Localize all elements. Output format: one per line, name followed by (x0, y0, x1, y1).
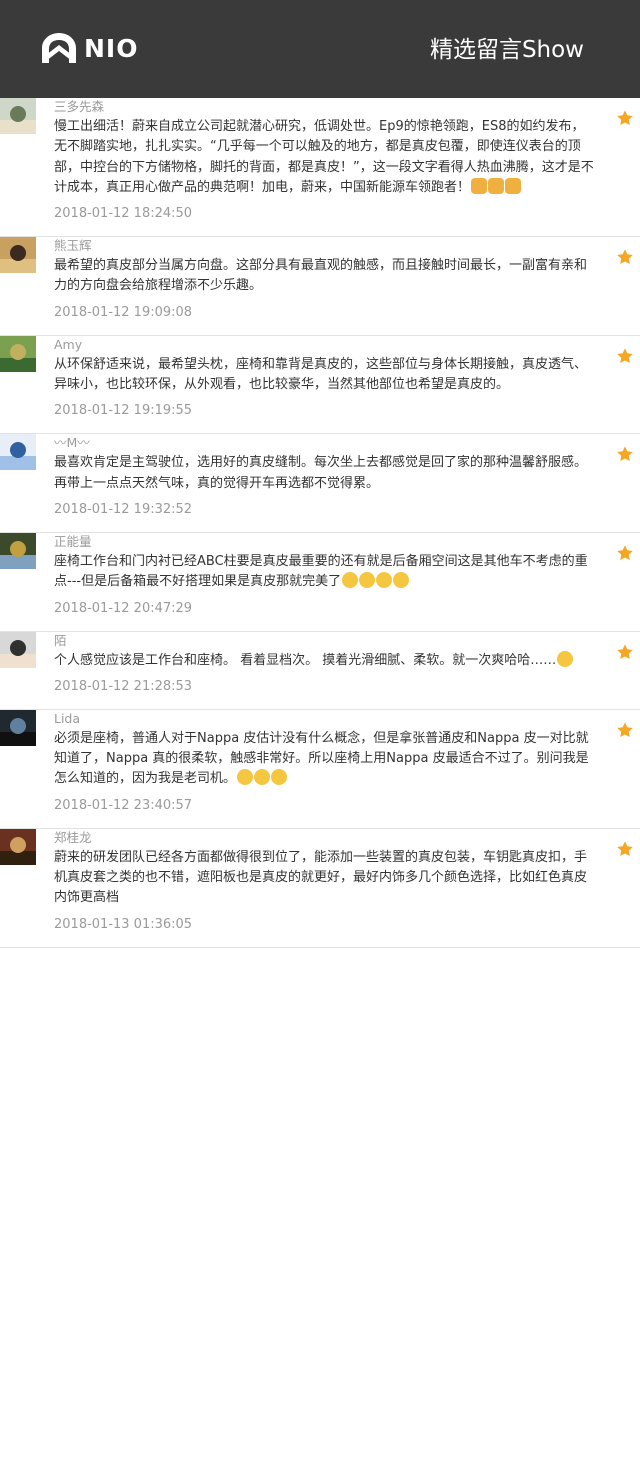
star-icon[interactable] (616, 248, 634, 266)
star-icon[interactable] (616, 445, 634, 463)
avatar[interactable] (0, 98, 36, 134)
comment-author[interactable]: 熊玉辉 (54, 238, 596, 254)
comment-body: 必须是座椅，普通人对于Nappa 皮估计没有什么概念，但是拿张普通皮和Nappa… (54, 730, 589, 787)
comment-timestamp: 2018-01-12 21:28:53 (54, 678, 193, 694)
comment-timestamp: 2018-01-13 01:36:05 (54, 916, 193, 932)
laugh-emoji (557, 650, 574, 667)
avatar[interactable] (0, 828, 36, 865)
comment-author[interactable]: 陌 (54, 633, 596, 649)
comment-content: 陌个人感觉应该是工作台和座椅。 看着显档次。 摸着光滑细腻、柔软。就一次爽哈哈…… (54, 632, 596, 709)
comment-item: 〰M〰最喜欢肯定是主驾驶位，选用好的真皮缝制。每次坐上去都感觉是回了家的那种温馨… (0, 434, 640, 533)
comment-timestamp: 2018-01-12 20:47:29 (54, 600, 193, 616)
star-icon[interactable] (616, 840, 634, 858)
nio-logo[interactable]: NIO (40, 31, 138, 65)
comment-item: Lida 必须是座椅，普通人对于Nappa 皮估计没有什么概念，但是拿张普通皮和N… (0, 709, 640, 829)
comment-text: 座椅工作台和门内衬已经ABC柱要是真皮最重要的还有就是后备厢空间这是其他车不考虑… (54, 552, 596, 593)
comment-timestamp: 2018-01-12 19:19:55 (54, 403, 193, 419)
wink-tongue-emoji (237, 769, 254, 786)
comment-body: 个人感觉应该是工作台和座椅。 看着显档次。 摸着光滑细腻、柔软。就一次爽哈哈…… (54, 652, 557, 668)
comment-body: 最喜欢肯定是主驾驶位，选用好的真皮缝制。每次坐上去都感觉是回了家的那种温馨舒服感… (54, 455, 588, 491)
comment-content: 郑桂龙蔚来的研发团队已经各方面都做得很到位了，能添加一些装置的真皮包装，车钥匙真… (54, 829, 596, 947)
comment-timestamp: 2018-01-12 19:09:08 (54, 304, 193, 320)
comment-content: Amy 从环保舒适来说，最希望头枕，座椅和靠背是真皮的，这些部位与身体长期接触，真… (54, 336, 596, 434)
comment-timestamp: 2018-01-12 19:32:52 (54, 501, 193, 517)
comment-text: 慢工出细活！蔚来自成立公司起就潜心研究，低调处世。Ep9的惊艳领跑，ES8的如约… (54, 117, 596, 198)
nio-logo-icon (42, 33, 76, 63)
comment-body: 蔚来的研发团队已经各方面都做得很到位了，能添加一些装置的真皮包装，车钥匙真皮扣，… (54, 849, 588, 906)
comment-timestamp: 2018-01-12 23:40:57 (54, 797, 193, 813)
avatar[interactable] (0, 709, 36, 746)
comment-item: 熊玉辉最希望的真皮部分当属方向盘。这部分具有最直观的触感，而且接触时间最长，一副… (0, 237, 640, 336)
grin-emoji (342, 572, 359, 589)
comment-author[interactable]: Amy (54, 337, 596, 353)
comment-content: 正能量座椅工作台和门内衬已经ABC柱要是真皮最重要的还有就是后备厢空间这是其他车… (54, 533, 596, 631)
grin-emoji (393, 572, 410, 589)
comment-text: 最喜欢肯定是主驾驶位，选用好的真皮缝制。每次坐上去都感觉是回了家的那种温馨舒服感… (54, 453, 596, 494)
star-icon[interactable] (616, 544, 634, 562)
comment-content: 熊玉辉最希望的真皮部分当属方向盘。这部分具有最直观的触感，而且接触时间最长，一副… (54, 237, 596, 335)
star-icon[interactable] (616, 721, 634, 739)
comment-timestamp: 2018-01-12 18:24:50 (54, 206, 193, 222)
comment-item: 郑桂龙蔚来的研发团队已经各方面都做得很到位了，能添加一些装置的真皮包装，车钥匙真… (0, 828, 640, 948)
comment-author[interactable]: 三多先森 (54, 99, 596, 115)
thumbs-up-emoji (488, 177, 505, 194)
app-header: NIO 精选留言Show (0, 0, 640, 98)
comment-list: 三多先森慢工出细活！蔚来自成立公司起就潜心研究，低调处世。Ep9的惊艳领跑，ES… (0, 98, 640, 948)
avatar[interactable] (0, 335, 36, 372)
comment-item: Amy 从环保舒适来说，最希望头枕，座椅和靠背是真皮的，这些部位与身体长期接触，真… (0, 335, 640, 435)
star-icon[interactable] (616, 109, 634, 127)
comment-text: 最希望的真皮部分当属方向盘。这部分具有最直观的触感，而且接触时间最长，一副富有亲… (54, 256, 596, 297)
wink-tongue-emoji (271, 769, 288, 786)
star-icon[interactable] (616, 643, 634, 661)
star-icon[interactable] (616, 347, 634, 365)
brand-name: NIO (84, 33, 139, 63)
comment-item: 正能量座椅工作台和门内衬已经ABC柱要是真皮最重要的还有就是后备厢空间这是其他车… (0, 532, 640, 632)
comment-text: 必须是座椅，普通人对于Nappa 皮估计没有什么概念，但是拿张普通皮和Nappa… (54, 729, 596, 790)
comment-content: 三多先森慢工出细活！蔚来自成立公司起就潜心研究，低调处世。Ep9的惊艳领跑，ES… (54, 98, 596, 236)
page-title: 精选留言Show (429, 37, 584, 63)
thumbs-up-emoji (505, 177, 522, 194)
comment-text: 蔚来的研发团队已经各方面都做得很到位了，能添加一些装置的真皮包装，车钥匙真皮扣，… (54, 848, 596, 909)
grin-emoji (359, 572, 376, 589)
wink-tongue-emoji (254, 769, 271, 786)
comment-content: 〰M〰最喜欢肯定是主驾驶位，选用好的真皮缝制。每次坐上去都感觉是回了家的那种温馨… (54, 434, 596, 532)
comment-body: 座椅工作台和门内衬已经ABC柱要是真皮最重要的还有就是后备厢空间这是其他车不考虑… (54, 553, 588, 590)
grin-emoji (376, 572, 393, 589)
thumbs-up-emoji (471, 177, 488, 194)
avatar[interactable] (0, 532, 36, 569)
comment-author[interactable]: Lida (54, 711, 596, 727)
comment-author[interactable]: 郑桂龙 (54, 830, 596, 846)
comment-item: 陌个人感觉应该是工作台和座椅。 看着显档次。 摸着光滑细腻、柔软。就一次爽哈哈…… (0, 631, 640, 710)
comment-author[interactable]: 正能量 (54, 534, 596, 550)
comment-body: 从环保舒适来说，最希望头枕，座椅和靠背是真皮的，这些部位与身体长期接触，真皮透气… (54, 356, 588, 393)
comment-text: 从环保舒适来说，最希望头枕，座椅和靠背是真皮的，这些部位与身体长期接触，真皮透气… (54, 355, 596, 396)
avatar[interactable] (0, 237, 36, 274)
comment-author[interactable]: 〰M〰 (54, 435, 596, 451)
avatar[interactable] (0, 631, 36, 668)
comment-content: Lida 必须是座椅，普通人对于Nappa 皮估计没有什么概念，但是拿张普通皮和N… (54, 710, 596, 828)
comment-item: 三多先森慢工出细活！蔚来自成立公司起就潜心研究，低调处世。Ep9的惊艳领跑，ES… (0, 98, 640, 238)
comment-body: 最希望的真皮部分当属方向盘。这部分具有最直观的触感，而且接触时间最长，一副富有亲… (54, 258, 588, 294)
comment-text: 个人感觉应该是工作台和座椅。 看着显档次。 摸着光滑细腻、柔软。就一次爽哈哈…… (54, 650, 596, 671)
avatar[interactable] (0, 434, 36, 471)
